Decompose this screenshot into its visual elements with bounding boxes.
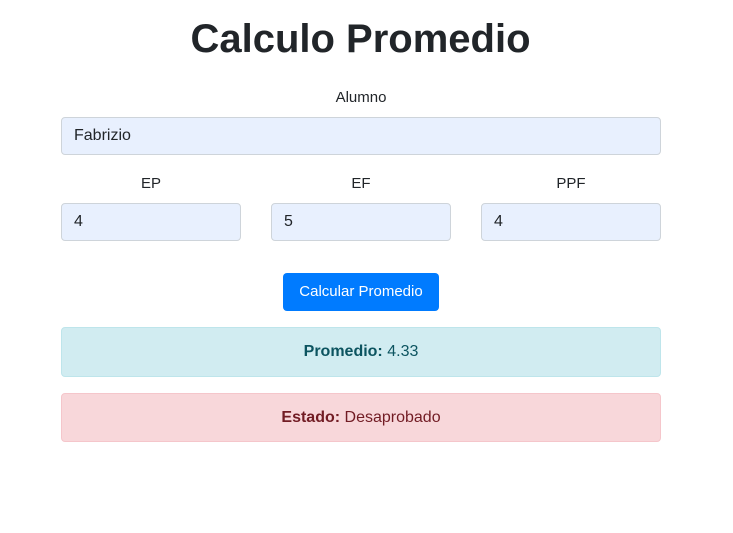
- calcular-promedio-button[interactable]: Calcular Promedio: [283, 273, 439, 311]
- page: Calculo Promedio Alumno EP EF PPF Calcul…: [0, 0, 733, 533]
- ep-label: EP: [140, 175, 161, 192]
- estado-value: Desaprobado: [344, 409, 441, 426]
- ef-label: EF: [351, 175, 371, 192]
- alumno-label: Alumno: [335, 89, 387, 106]
- promedio-value: 4.33: [387, 343, 419, 360]
- estado-alert: Estado: Desaprobado: [61, 393, 661, 442]
- estado-label: Estado:: [281, 409, 341, 426]
- page-title: Calculo Promedio: [190, 17, 531, 61]
- ep-input[interactable]: [61, 203, 241, 241]
- ef-input[interactable]: [271, 203, 451, 241]
- ppf-label: PPF: [556, 175, 586, 192]
- promedio-alert: Promedio: 4.33: [61, 327, 661, 377]
- alumno-input[interactable]: [61, 117, 661, 155]
- promedio-label: Promedio:: [303, 343, 383, 360]
- ppf-input[interactable]: [481, 203, 661, 241]
